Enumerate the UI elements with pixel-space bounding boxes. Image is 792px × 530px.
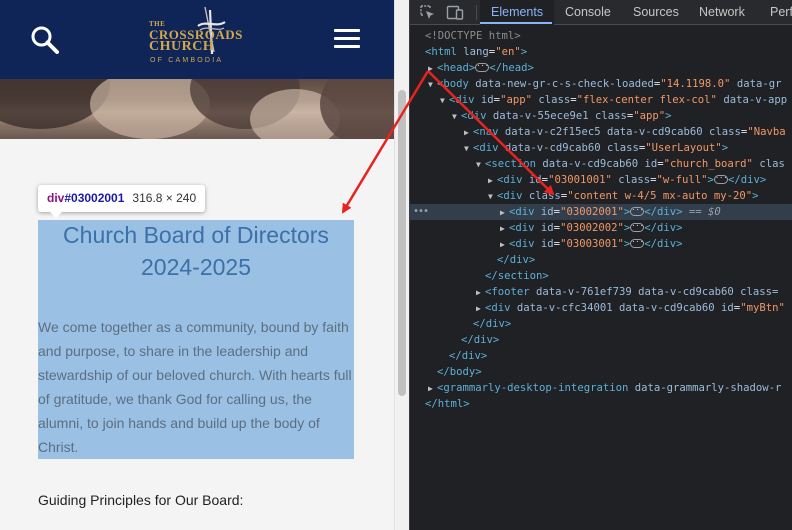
ellipsis-icon[interactable]: ··· [630, 206, 645, 216]
collapse-triangle-icon[interactable]: ▼ [452, 109, 461, 125]
dom-node-doctype[interactable]: <!DOCTYPE html> [410, 28, 792, 44]
logo-text-of-cambodia: OF CAMBODIA [150, 57, 224, 64]
board-title: Church Board of Directors 2024-2025 [38, 219, 354, 283]
page-scrollbar[interactable] [394, 0, 409, 530]
collapse-triangle-icon[interactable]: ▼ [428, 77, 437, 93]
tab-performance[interactable]: Perf [770, 0, 792, 25]
dom-node-close-div[interactable]: </div> [410, 252, 792, 268]
dom-node-userlayout[interactable]: ▼ <div data-v-cd9cab60 class="UserLayout"… [410, 140, 792, 156]
tooltip-id: #03002001 [64, 191, 125, 205]
device-toolbar-icon[interactable] [446, 4, 464, 21]
collapse-triangle-icon[interactable]: ▼ [476, 157, 485, 173]
dom-node-close-section[interactable]: </section> [410, 268, 792, 284]
ellipsis-icon[interactable]: ··· [630, 222, 645, 232]
hamburger-menu-icon[interactable] [334, 29, 361, 49]
dom-node-03002002[interactable]: ▶ <div id="03002002">···</div> [410, 220, 792, 236]
dom-node-nav[interactable]: ▶ <nav data-v-c2f15ec5 data-v-cd9cab60 cl… [410, 124, 792, 140]
dom-node-mybtn[interactable]: ▶ <div data-v-cfc34001 data-v-cd9cab60 id… [410, 300, 792, 316]
dom-node-html[interactable]: <html lang="en"> [410, 44, 792, 60]
expand-triangle-icon[interactable]: ▶ [500, 237, 509, 253]
expand-triangle-icon[interactable]: ▶ [428, 61, 437, 77]
expand-triangle-icon[interactable]: ▶ [476, 301, 485, 317]
logo-text-church: CHURCH [149, 39, 215, 54]
dom-tree: <!DOCTYPE html> <html lang="en"> ▶ <head>… [410, 25, 792, 530]
dom-node-grammarly[interactable]: ▶ <grammarly-desktop-integration data-gra… [410, 380, 792, 396]
website-viewport: THE CROSSROADS CHURCH OF CAMBODIA Church… [0, 0, 394, 530]
ellipsis-icon[interactable]: ··· [713, 174, 728, 184]
site-navbar: THE CROSSROADS CHURCH OF CAMBODIA [0, 0, 394, 79]
tooltip-size: 316.8 × 240 [132, 191, 197, 205]
devtools-tabbar: Elements Console Sources Network Perf [410, 0, 792, 25]
dom-node-close-div[interactable]: </div> [410, 316, 792, 332]
dom-node-close-div[interactable]: </div> [410, 332, 792, 348]
dom-node-app[interactable]: ▼ <div id="app" class="flex-center flex-c… [410, 92, 792, 108]
collapse-triangle-icon[interactable]: ▼ [488, 189, 497, 205]
dom-node-close-div[interactable]: </div> [410, 348, 792, 364]
dom-node-03003001[interactable]: ▶ <div id="03003001">···</div> [410, 236, 792, 252]
dom-node-section[interactable]: ▼ <section data-v-cd9cab60 id="church_boa… [410, 156, 792, 172]
tooltip-arrow [50, 212, 62, 218]
tab-sources[interactable]: Sources [633, 0, 679, 25]
church-logo[interactable]: THE CROSSROADS CHURCH OF CAMBODIA [146, 4, 246, 70]
dom-node-body[interactable]: ▼ <body data-new-gr-c-s-check-loaded="14.… [410, 76, 792, 92]
dom-node-03002001-selected[interactable]: ••• ▶ <div id="03002001">···</div> == $0 [410, 204, 792, 220]
dom-node-content[interactable]: ▼ <div class="content w-4/5 mx-auto my-20… [410, 188, 792, 204]
dom-node-03001001[interactable]: ▶ <div id="03001001" class="w-full">···</… [410, 172, 792, 188]
toolbar-divider [476, 5, 477, 20]
tab-console[interactable]: Console [565, 0, 611, 25]
dom-node-app-inner[interactable]: ▼ <div data-v-55ece9e1 class="app"> [410, 108, 792, 124]
expand-triangle-icon[interactable]: ▶ [500, 205, 509, 221]
collapse-triangle-icon[interactable]: ▼ [464, 141, 473, 157]
devtools-panel: Elements Console Sources Network Perf <!… [409, 0, 792, 530]
tab-network[interactable]: Network [699, 0, 745, 25]
ellipsis-icon[interactable]: ··· [630, 238, 645, 248]
board-title-line2: 2024-2025 [141, 254, 251, 280]
hero-image [0, 79, 394, 139]
expand-triangle-icon[interactable]: ▶ [488, 173, 497, 189]
expand-triangle-icon[interactable]: ▶ [464, 125, 473, 141]
page-scrollbar-thumb[interactable] [398, 90, 406, 396]
board-title-line1: Church Board of Directors [63, 222, 329, 248]
tooltip-tag: div [47, 191, 65, 205]
dom-node-close-body[interactable]: </body> [410, 364, 792, 380]
expand-triangle-icon[interactable]: ▶ [428, 381, 437, 397]
collapse-triangle-icon[interactable]: ▼ [440, 93, 449, 109]
dom-node-close-html[interactable]: </html> [410, 396, 792, 412]
guiding-principles-heading: Guiding Principles for Our Board: [38, 492, 244, 508]
ellipsis-icon[interactable]: ··· [475, 62, 490, 72]
active-tab-indicator [480, 22, 552, 24]
expand-triangle-icon[interactable]: ▶ [500, 221, 509, 237]
inspect-element-icon[interactable] [419, 4, 437, 21]
dom-node-footer[interactable]: ▶ <footer data-v-761ef739 data-v-cd9cab60… [410, 284, 792, 300]
inspect-tooltip: div#03002001 316.8 × 240 [38, 185, 206, 218]
expand-triangle-icon[interactable]: ▶ [476, 285, 485, 301]
row-actions-icon[interactable]: ••• [413, 204, 429, 220]
dom-node-head[interactable]: ▶ <head>···</head> [410, 60, 792, 76]
search-icon[interactable] [30, 25, 60, 55]
board-intro-paragraph: We come together as a community, bound b… [38, 319, 352, 455]
